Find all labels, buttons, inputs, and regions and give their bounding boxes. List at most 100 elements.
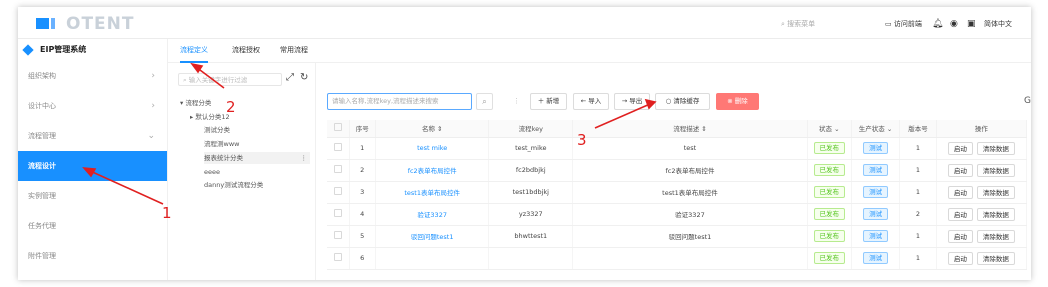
tree-filter-input[interactable]: ⌕ 输入关键字进行过滤 — [178, 73, 282, 86]
cell-name-link[interactable]: test mike — [375, 137, 490, 160]
table-row[interactable]: 6 已发布 测试 1 启动 清除数据 — [327, 247, 1028, 270]
cell-prod-status: 测试 — [851, 137, 901, 160]
clear-data-button[interactable]: 清除数据 — [976, 251, 1015, 265]
clear-data-button[interactable]: 清除数据 — [976, 163, 1015, 177]
cell-no: 6 — [349, 247, 376, 270]
tree-node-selected[interactable]: 报表统计分类 ⋮ — [204, 152, 310, 164]
cell-no: 3 — [349, 181, 376, 204]
sidebar-item-instances[interactable]: 实例管理 — [18, 181, 167, 211]
cell-name-link[interactable]: 驳回问题test1 — [375, 225, 490, 248]
row-checkbox[interactable] — [327, 225, 350, 248]
start-button[interactable]: 启动 — [947, 141, 973, 155]
tab-process-authorization[interactable]: 流程授权 — [232, 39, 260, 63]
cell-desc: 验证3327 — [572, 203, 808, 226]
brand-text: OTENT — [66, 14, 135, 34]
monitor-icon: ▭ — [885, 20, 892, 28]
prod-status-badge: 测试 — [863, 230, 889, 242]
start-button[interactable]: 启动 — [947, 207, 973, 221]
visit-frontend-link[interactable]: ▭ 访问前端 — [885, 17, 922, 31]
cell-actions: 启动 清除数据 — [936, 181, 1028, 204]
col-header: 流程key — [488, 120, 574, 138]
start-button[interactable]: 启动 — [947, 163, 973, 177]
cell-version: 1 — [899, 159, 937, 182]
sidebar-item-org[interactable]: 组织架构 › — [18, 61, 167, 91]
prod-status-badge: 测试 — [863, 164, 889, 176]
col-header: 版本号 — [899, 120, 937, 138]
table-row[interactable]: 5 驳回问题test1 bhwttest1 驳回问题test1 已发布 测试 1 启动 清除数据 — [327, 225, 1028, 248]
add-button[interactable]: ＋ 新增 — [530, 93, 567, 110]
clear-data-button[interactable]: 清除数据 — [976, 207, 1015, 221]
expand-icon[interactable]: ⤢ — [286, 72, 294, 83]
cell-desc: fc2表单布局控件 — [572, 159, 808, 182]
clear-data-button[interactable]: 清除数据 — [976, 229, 1015, 243]
search-button[interactable]: ⌕ — [476, 93, 493, 110]
row-checkbox[interactable] — [327, 203, 350, 226]
settings-icon[interactable]: ◉ — [950, 17, 958, 31]
cell-desc: test — [572, 137, 808, 160]
prod-status-badge: 测试 — [863, 142, 889, 154]
table-row[interactable]: 2 fc2表单布局控件 fc2bdbjkj fc2表单布局控件 已发布 测试 1 启动 清除数据 — [327, 159, 1028, 182]
clear-data-button[interactable]: 清除数据 — [976, 185, 1015, 199]
delete-button[interactable]: ⊗ 删除 — [716, 93, 759, 110]
column-settings-icon[interactable]: G — [1024, 96, 1031, 106]
clear-data-button[interactable]: 清除数据 — [976, 141, 1015, 155]
tab-process-definition[interactable]: 流程定义 — [180, 39, 208, 63]
more-icon[interactable]: ⋮ — [301, 152, 308, 164]
fullscreen-icon[interactable]: ▣ — [967, 17, 976, 31]
import-button[interactable]: ← 导入 — [573, 93, 609, 110]
cell-prod-status: 测试 — [851, 247, 901, 270]
tree-node[interactable]: danny测试流程分类 — [204, 179, 263, 191]
row-checkbox[interactable] — [327, 159, 350, 182]
cell-name-link[interactable]: fc2表单布局控件 — [375, 159, 490, 182]
cell-desc: 驳回问题test1 — [572, 225, 808, 248]
row-checkbox[interactable] — [327, 137, 350, 160]
tree-node[interactable]: 流程测www — [204, 138, 239, 150]
cell-name-link[interactable]: test1表单布局控件 — [375, 181, 490, 204]
cell-name-link[interactable] — [375, 247, 490, 270]
tree-node-root[interactable]: ▾ 流程分类 — [180, 97, 211, 109]
select-all-checkbox[interactable] — [327, 120, 350, 138]
table-row[interactable]: 1 test mike test_mike test 已发布 测试 1 启动 清除数据 — [327, 137, 1028, 160]
cell-name-link[interactable]: 验证3327 — [375, 203, 490, 226]
sidebar-item-attachments[interactable]: 附件管理 — [18, 241, 167, 271]
col-header: 序号 — [349, 120, 376, 138]
annotation-number-2: 2 — [226, 98, 236, 116]
status-badge: 已发布 — [813, 208, 846, 220]
cell-actions: 启动 清除数据 — [936, 225, 1028, 248]
main-content: 请输入名称,流程key,流程描述来搜索 ⌕ ⋮ ＋ 新增 ← 导入 → 导出 ○… — [316, 63, 1031, 280]
row-checkbox[interactable] — [327, 247, 350, 270]
tab-common-process[interactable]: 常用流程 — [280, 39, 308, 63]
chevron-right-icon: › — [151, 71, 155, 81]
table-row[interactable]: 4 验证3327 yz3327 验证3327 已发布 测试 2 启动 清除数据 — [327, 203, 1028, 226]
table-row[interactable]: 3 test1表单布局控件 test1bdbjkj test1表单布局控件 已发布 测试 1… — [327, 181, 1028, 204]
col-header[interactable]: 名称 ⇕ — [375, 120, 490, 138]
row-checkbox[interactable] — [327, 181, 350, 204]
tree-node[interactable]: eeee — [204, 166, 220, 178]
col-header[interactable]: 状态 ⌄ — [807, 120, 852, 138]
refresh-icon[interactable]: ↻ — [300, 72, 308, 83]
start-button[interactable]: 启动 — [947, 229, 973, 243]
logo: OTENT — [36, 14, 176, 34]
cell-actions: 启动 清除数据 — [936, 159, 1028, 182]
sidebar-item-process-mgmt[interactable]: 流程管理 ⌄ — [18, 121, 167, 151]
cell-no: 1 — [349, 137, 376, 160]
clear-cache-button[interactable]: ○ 清除缓存 — [655, 93, 710, 110]
sidebar-item-task-proxy[interactable]: 任务代理 — [18, 211, 167, 241]
cell-prod-status: 测试 — [851, 159, 901, 182]
tree-node[interactable]: ▸ 默认分类12 — [190, 111, 230, 123]
sidebar-item-process-design[interactable]: 流程设计 — [18, 151, 167, 181]
col-header[interactable]: 流程描述 ⇕ — [572, 120, 808, 138]
start-button[interactable]: 启动 — [947, 251, 973, 265]
sidebar-item-design[interactable]: 设计中心 › — [18, 91, 167, 121]
bell-icon[interactable]: 🔔︎ — [932, 17, 943, 31]
col-header[interactable]: 生产状态 ⌄ — [851, 120, 901, 138]
start-button[interactable]: 启动 — [947, 185, 973, 199]
tree-node[interactable]: 测试分类 — [204, 124, 230, 136]
cell-no: 2 — [349, 159, 376, 182]
menu-search-input[interactable]: ⌕ 搜索菜单 — [781, 17, 878, 32]
cell-version: 1 — [899, 181, 937, 204]
process-search-input[interactable]: 请输入名称,流程key,流程描述来搜索 — [327, 93, 472, 110]
export-button[interactable]: → 导出 — [614, 93, 650, 110]
search-icon: ⌕ — [781, 20, 785, 28]
language-switch[interactable]: 简体中文 — [984, 17, 1012, 31]
